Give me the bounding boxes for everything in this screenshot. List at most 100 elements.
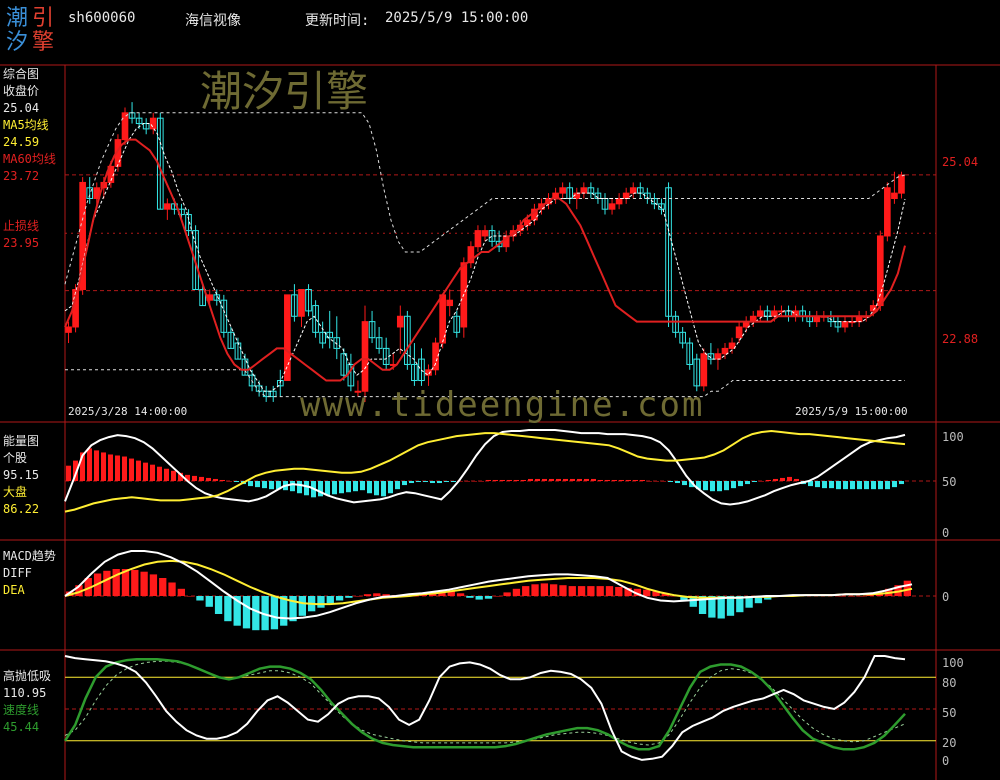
energy-bar bbox=[675, 481, 680, 484]
tide-main-line bbox=[64, 655, 906, 761]
candle-body bbox=[298, 289, 305, 317]
candle-body bbox=[714, 353, 722, 360]
tide-panel-title: 高抛低吸 bbox=[3, 669, 52, 683]
macd-bar bbox=[531, 584, 539, 596]
energy-bar bbox=[584, 478, 589, 481]
energy-bar bbox=[563, 478, 568, 481]
candle-body bbox=[721, 347, 729, 355]
energy-bar bbox=[325, 481, 330, 496]
macd-bar bbox=[466, 596, 474, 598]
energy-bar bbox=[360, 481, 365, 491]
start-date: 2025/3/28 14:00:00 bbox=[68, 405, 188, 418]
energy-bar bbox=[304, 481, 309, 496]
energy-bar bbox=[353, 481, 358, 492]
energy-bar bbox=[731, 481, 736, 489]
dea-label: DEA bbox=[3, 583, 25, 597]
candle-body bbox=[898, 174, 905, 194]
energy-bar bbox=[864, 481, 869, 490]
candle-body bbox=[622, 192, 630, 199]
energy-bar bbox=[388, 481, 393, 494]
macd-bar bbox=[242, 596, 251, 629]
energy-bar bbox=[570, 478, 575, 481]
energy-bar bbox=[556, 478, 561, 481]
macd-bar bbox=[177, 588, 185, 596]
energy-bar bbox=[94, 450, 99, 481]
candle-body bbox=[891, 192, 898, 199]
macd-bar bbox=[196, 596, 204, 601]
macd-bar bbox=[270, 596, 279, 630]
macd-bar bbox=[345, 596, 353, 598]
candle-body bbox=[884, 187, 891, 237]
macd-bar bbox=[252, 596, 260, 631]
energy-bar bbox=[577, 478, 582, 481]
energy-bar bbox=[528, 478, 533, 481]
energy-bar bbox=[164, 468, 169, 481]
energy-bar bbox=[416, 481, 421, 483]
energy-bar bbox=[395, 481, 400, 490]
macd-bar bbox=[214, 596, 223, 614]
energy-stock-label: 个股 bbox=[3, 451, 28, 465]
energy-bar bbox=[136, 460, 141, 481]
energy-bar bbox=[703, 481, 708, 491]
energy-bar bbox=[143, 462, 148, 481]
energy-tick: 0 bbox=[942, 526, 950, 540]
energy-bar bbox=[248, 481, 253, 487]
energy-bar bbox=[472, 481, 477, 482]
price-tick: 22.88 bbox=[942, 332, 979, 346]
macd-bar bbox=[559, 585, 567, 596]
energy-bar bbox=[374, 481, 379, 496]
macd-bar bbox=[373, 593, 381, 596]
energy-bar bbox=[514, 479, 519, 481]
candle-body bbox=[728, 342, 736, 349]
energy-bar bbox=[815, 481, 820, 488]
energy-bar bbox=[598, 479, 603, 481]
macd-bar bbox=[605, 586, 614, 596]
energy-bar bbox=[220, 479, 225, 481]
energy-bar bbox=[822, 481, 827, 489]
energy-market-label: 大盘 bbox=[3, 485, 28, 499]
candle-body bbox=[121, 112, 129, 141]
candle-body bbox=[841, 321, 849, 328]
macd-bar bbox=[587, 586, 595, 596]
energy-bar bbox=[885, 481, 890, 490]
candle-body bbox=[524, 219, 531, 226]
macd-bar bbox=[717, 596, 725, 619]
macd-bar bbox=[205, 596, 213, 607]
macd-bar bbox=[568, 586, 576, 596]
energy-bar bbox=[507, 479, 512, 481]
energy-bar bbox=[297, 481, 302, 494]
macd-bar bbox=[326, 596, 334, 604]
energy-bar bbox=[829, 481, 834, 489]
energy-bar bbox=[521, 479, 526, 481]
macd-bar bbox=[354, 596, 362, 597]
candle-body bbox=[559, 187, 566, 194]
macd-bar bbox=[103, 570, 111, 596]
energy-bar bbox=[150, 464, 155, 481]
ma5-label: MA5均线 bbox=[3, 118, 49, 132]
macd-bar bbox=[847, 596, 856, 597]
energy-bar bbox=[157, 466, 162, 481]
macd-bar bbox=[224, 596, 232, 622]
macd-bar bbox=[363, 594, 372, 596]
energy-bar bbox=[430, 481, 435, 484]
energy-bar bbox=[773, 478, 778, 481]
macd-bar bbox=[140, 571, 148, 596]
macd-bar bbox=[643, 589, 651, 596]
main-panel-title: 综合图 bbox=[3, 67, 40, 81]
energy-bar bbox=[661, 481, 666, 482]
energy-bar bbox=[66, 465, 71, 481]
macd-bar bbox=[131, 569, 139, 596]
candle-body bbox=[432, 342, 439, 371]
end-date: 2025/5/9 15:00:00 bbox=[795, 405, 908, 418]
candle-body bbox=[361, 321, 369, 392]
macd-bar bbox=[187, 596, 195, 597]
energy-bar bbox=[878, 481, 883, 490]
watermark-brand: 潮汐引擎 bbox=[200, 67, 369, 116]
candle-body bbox=[481, 230, 489, 237]
candle-body bbox=[573, 192, 581, 199]
macd-bar bbox=[522, 586, 530, 596]
candle-body bbox=[149, 117, 157, 130]
energy-bar bbox=[857, 481, 862, 490]
candle-body bbox=[396, 315, 404, 328]
candle-body bbox=[756, 310, 764, 317]
